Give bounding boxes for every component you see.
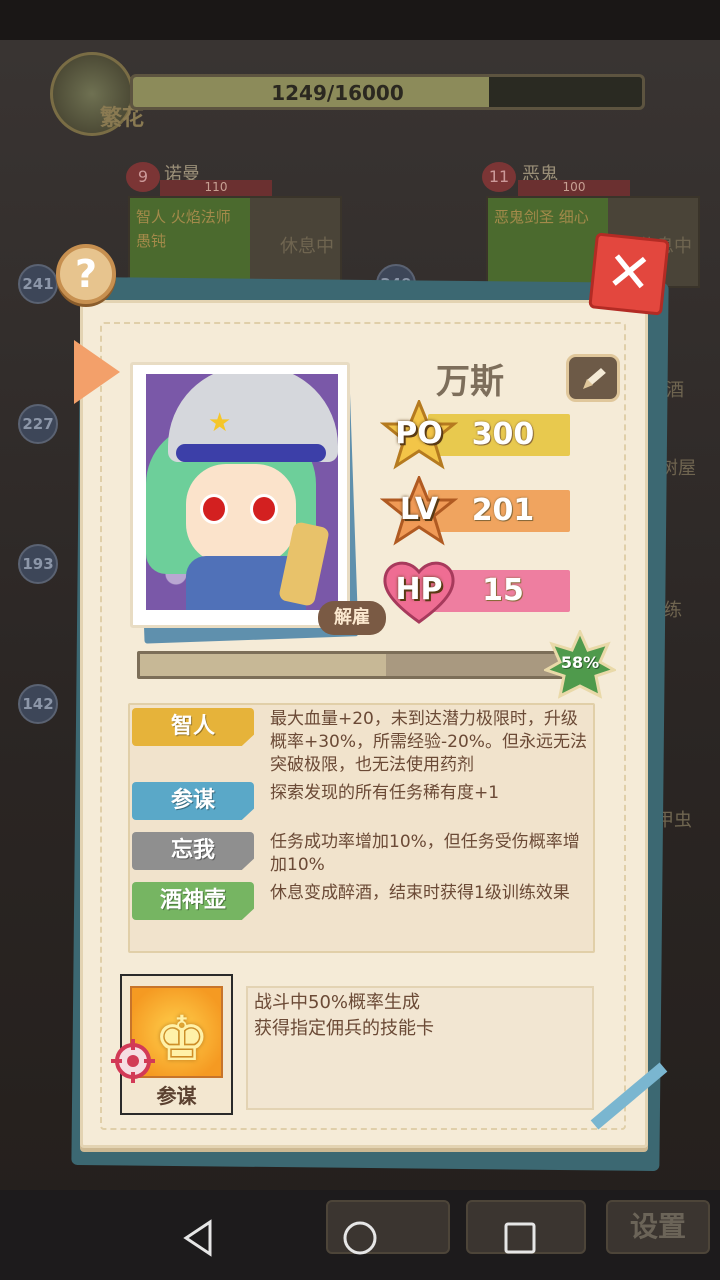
hero-level-heart: 11	[482, 162, 516, 192]
portrait-hat-band	[176, 444, 326, 462]
stat-value-lv: 201	[471, 493, 535, 528]
trait-tag[interactable]: 酒神壶	[132, 882, 254, 920]
side-label: 酒	[666, 380, 684, 401]
nav-recent-icon[interactable]	[500, 1218, 540, 1258]
stat-row-po: PO 300	[380, 400, 572, 470]
stat-value-hp: 15	[482, 573, 524, 608]
skill-description: 战斗中50%概率生成 获得指定佣兵的技能卡	[246, 986, 594, 1110]
stat-label-lv: LV	[399, 492, 439, 527]
status-strip	[0, 0, 720, 40]
crosshair-icon	[111, 1039, 155, 1083]
skill-desc-line: 获得指定佣兵的技能卡	[254, 1018, 434, 1039]
trait-desc: 最大血量+20，未到达潜力极限时，升级概率+30%，所需经验-20%。但永远无法…	[270, 709, 587, 775]
dismiss-button[interactable]: 解雇	[318, 601, 386, 635]
help-icon: ?	[74, 252, 98, 296]
guild-exp-bar: 1249/16000	[130, 74, 645, 110]
skill-name: 参谋	[156, 1084, 197, 1108]
help-button[interactable]: ?	[56, 244, 116, 304]
portrait-eye	[250, 494, 278, 524]
hero-status: 休息中	[280, 236, 334, 257]
side-label: 练	[664, 600, 682, 621]
pencil-icon	[581, 365, 609, 391]
stat-row-lv: LV 201	[380, 476, 572, 546]
rename-button[interactable]	[566, 354, 620, 402]
trait-tag[interactable]: 参谋	[132, 782, 254, 820]
hat-star-icon: ★	[208, 408, 232, 438]
hero-id-badge: 193	[18, 544, 58, 584]
hero-tags: 恶鬼剑圣 细心	[494, 208, 589, 226]
hero-tags: 智人 火焰法师	[136, 208, 231, 226]
nav-back-icon[interactable]	[180, 1218, 220, 1258]
trait-desc: 探索发现的所有任务稀有度+1	[270, 783, 500, 803]
guild-exp-text: 1249/16000	[271, 81, 404, 105]
hero-level-heart: 9	[126, 162, 160, 192]
hero-power: 100	[518, 180, 630, 196]
trait-tag[interactable]: 忘我	[132, 832, 254, 870]
exp-percent: 58%	[560, 653, 600, 672]
trait-tag[interactable]: 智人	[132, 708, 254, 746]
prev-arrow-icon[interactable]	[74, 340, 120, 404]
portrait-eye	[200, 494, 228, 524]
hero-id-badge: 227	[18, 404, 58, 444]
close-button[interactable]: ✕	[588, 232, 670, 316]
settings-label: 设置	[629, 1210, 686, 1243]
hero-id-badge: 241	[18, 264, 58, 304]
skill-desc-line: 战斗中50%概率生成	[254, 992, 421, 1013]
hero-exp-bar	[137, 651, 567, 679]
hero-exp-fill	[140, 654, 386, 676]
stat-label-hp: HP	[395, 572, 443, 607]
stat-label-po: PO	[395, 416, 443, 451]
trait-desc: 任务成功率增加10%，但任务受伤概率增加10%	[270, 832, 580, 875]
hero-id-badge: 142	[18, 684, 58, 724]
close-icon: ✕	[603, 238, 655, 307]
hero-tag-secondary: 愚钝	[136, 232, 167, 250]
hero-portrait: ★	[146, 374, 338, 610]
trait-desc: 休息变成醉酒，结束时获得1级训练效果	[270, 883, 570, 903]
hero-name: 万斯	[436, 362, 504, 402]
settings-button[interactable]: 设置	[606, 1200, 710, 1254]
stat-row-hp: HP 15	[380, 556, 572, 624]
chess-king-icon: ♚	[154, 1002, 210, 1075]
hero-card[interactable]: 诺曼 110 智人 火焰法师 愚钝 休息中	[128, 164, 342, 288]
hero-power: 110	[160, 180, 272, 196]
stat-value-po: 300	[471, 417, 535, 452]
nav-home-icon[interactable]	[340, 1218, 380, 1258]
